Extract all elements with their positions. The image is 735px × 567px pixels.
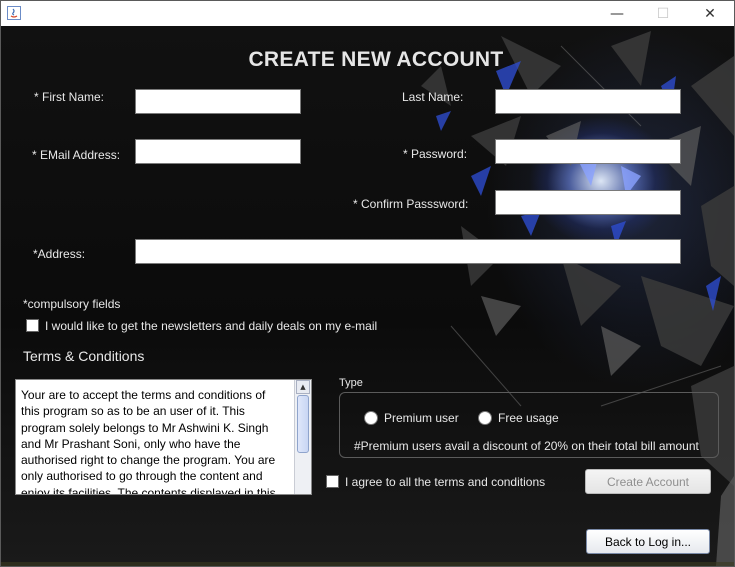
scroll-up-button[interactable]: ▲ [296, 380, 310, 394]
last-name-label: Last Name: [402, 90, 464, 104]
first-name-label: * First Name: [34, 90, 105, 104]
maximize-button[interactable]: ☐ [640, 1, 686, 26]
agree-label[interactable]: I agree to all the terms and conditions [345, 475, 545, 489]
create-account-button[interactable]: Create Account [585, 469, 711, 494]
title-bar[interactable]: — ☐ ✕ [1, 1, 734, 26]
newsletter-label[interactable]: I would like to get the newsletters and … [45, 319, 377, 333]
free-label[interactable]: Free usage [498, 411, 559, 425]
close-button[interactable]: ✕ [687, 1, 733, 26]
last-name-input[interactable] [496, 90, 680, 113]
maximize-icon: ☐ [656, 5, 670, 22]
terms-scrollbar[interactable]: ▲ [294, 380, 311, 494]
email-label: * EMail Address: [32, 148, 121, 162]
email-field[interactable] [135, 139, 301, 164]
java-icon [7, 6, 21, 20]
premium-radio[interactable] [364, 411, 378, 425]
first-name-input[interactable] [136, 90, 300, 113]
scroll-thumb[interactable] [297, 395, 309, 453]
free-radio[interactable] [478, 411, 492, 425]
terms-textarea[interactable]: Your are to accept the terms and conditi… [15, 379, 312, 495]
minimize-button[interactable]: — [594, 1, 640, 26]
address-label: *Address: [33, 247, 86, 261]
password-field[interactable] [495, 139, 681, 164]
terms-text: Your are to accept the terms and conditi… [21, 388, 276, 495]
terms-heading: Terms & Conditions [23, 348, 145, 364]
confirm-password-field[interactable] [495, 190, 681, 215]
confirm-password-label: * Confirm Passsword: [353, 197, 469, 211]
address-input[interactable] [136, 240, 680, 263]
app-window: — ☐ ✕ CREATE NEW ACCOUNT * First Name: L… [0, 0, 735, 567]
last-name-field[interactable] [495, 89, 681, 114]
newsletter-checkbox[interactable] [26, 319, 39, 332]
compulsory-note: *compulsory fields [23, 297, 121, 311]
email-input[interactable] [136, 140, 300, 163]
back-to-login-button[interactable]: Back to Log in... [586, 529, 710, 554]
type-legend: Type [339, 377, 363, 389]
close-icon: ✕ [704, 5, 716, 22]
address-field[interactable] [135, 239, 681, 264]
chevron-up-icon: ▲ [300, 383, 306, 391]
first-name-field[interactable] [135, 89, 301, 114]
minimize-icon: — [610, 5, 624, 22]
premium-note: #Premium users avail a discount of 20% o… [354, 439, 699, 453]
agree-checkbox[interactable] [326, 475, 339, 488]
page-title: CREATE NEW ACCOUNT [248, 48, 504, 71]
password-input[interactable] [496, 140, 680, 163]
password-label: * Password: [403, 147, 468, 161]
premium-label[interactable]: Premium user [384, 411, 459, 425]
confirm-password-input[interactable] [496, 191, 680, 214]
form-panel: CREATE NEW ACCOUNT * First Name: Last Na… [1, 26, 734, 566]
